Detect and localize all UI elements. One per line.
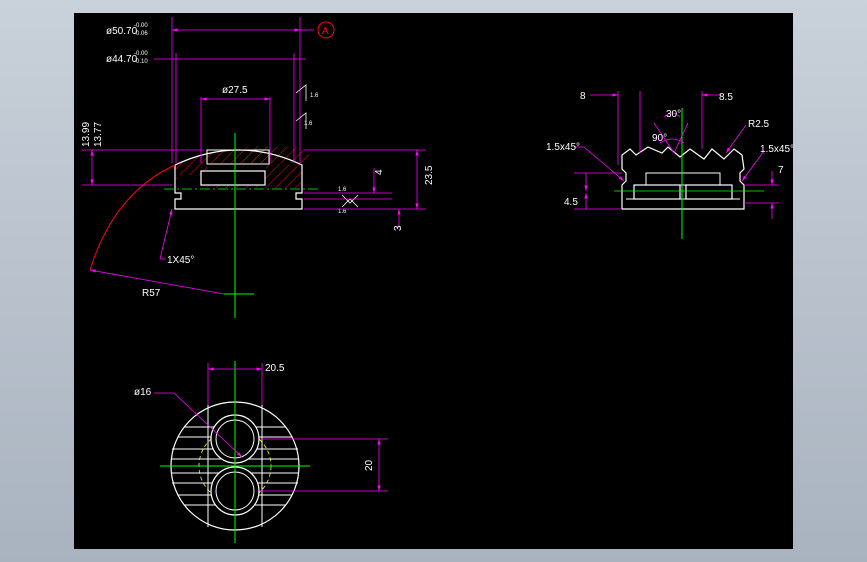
- dim-h2: 13.77: [93, 122, 104, 147]
- drawing-svg: ø50.70 -0.00 -0.06 A ø44.70 -0.00 -0.10 …: [81, 17, 793, 543]
- dim-d1-tol-lower: -0.06: [134, 31, 148, 37]
- dim-d1-tol-upper: -0.00: [134, 23, 148, 29]
- dim-width: 20.5: [265, 363, 285, 374]
- angle-30: 30°: [666, 109, 681, 120]
- dim-dia: ø16: [134, 387, 152, 398]
- dim-h1: 13.99: [81, 122, 92, 147]
- rough-2: 1.6: [304, 121, 313, 127]
- dim-4: 4: [374, 169, 385, 175]
- front-chamfer: 1X45°: [167, 255, 194, 266]
- rough-1: 1.6: [310, 93, 319, 99]
- dim-d2: ø44.70: [106, 54, 138, 65]
- dim-3: 3: [393, 225, 404, 231]
- dim-bore: ø27.5: [222, 85, 248, 96]
- section-chamfer-right: 1.5x45°: [760, 144, 793, 155]
- rough-3: 1.6: [338, 187, 347, 193]
- r57-arc: [89, 164, 176, 271]
- dim-85: 8.5: [719, 92, 733, 103]
- dim-45: 4.5: [564, 197, 578, 208]
- top-view: 20.5 ø16 20: [134, 361, 388, 543]
- datum-a: A: [322, 26, 329, 37]
- section-radius: R2.5: [748, 119, 770, 130]
- front-view: ø50.70 -0.00 -0.06 A ø44.70 -0.00 -0.10 …: [81, 17, 435, 318]
- section-chamfer-left: 1.5x45°: [546, 142, 580, 153]
- dim-d1: ø50.70: [106, 26, 138, 37]
- dim-7: 7: [778, 165, 784, 176]
- angle-90: 90°: [652, 133, 667, 144]
- section-view: 8 8.5 30° 90° R2.5 1.5x45° 1.5x45° 4.5 7: [546, 91, 793, 239]
- dim-d2-tol-upper: -0.00: [134, 51, 148, 57]
- dim-height: 23.5: [424, 165, 435, 185]
- front-bore-slot: [200, 170, 266, 186]
- section-outline: [621, 146, 745, 210]
- dim-d2-tol-lower: -0.10: [134, 59, 148, 65]
- cad-drawing-canvas[interactable]: ø50.70 -0.00 -0.06 A ø44.70 -0.00 -0.10 …: [74, 13, 793, 549]
- dim-8: 8: [580, 91, 586, 102]
- front-radius: R57: [142, 288, 161, 299]
- rough-4: 1.6: [338, 209, 347, 215]
- dim-spacing: 20: [364, 459, 375, 471]
